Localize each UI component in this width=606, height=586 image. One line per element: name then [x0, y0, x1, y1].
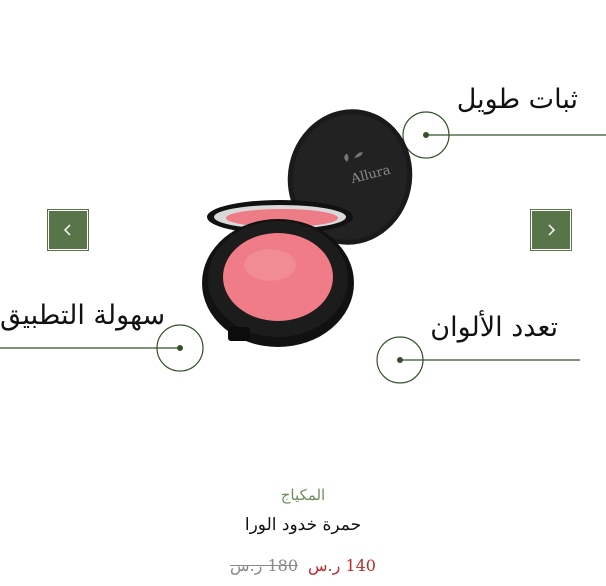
product-title-link[interactable]: حمرة خدود الورا: [0, 515, 606, 535]
feature-long-lasting: ثبات طويل: [456, 84, 578, 115]
price-current: 140 ر.س: [308, 556, 376, 575]
product-feature-showcase: Allura ثبات طويل سهولة التطبيق تعدد الأل…: [0, 0, 606, 586]
callout-easy-application: [0, 324, 204, 372]
carousel-next-button[interactable]: [531, 210, 571, 250]
product-category-link[interactable]: المكياج: [0, 486, 606, 504]
price-original: 180 ر.س: [230, 556, 298, 575]
chevron-left-icon: [63, 224, 71, 236]
feature-multiple-colors: تعدد الألوان: [430, 312, 558, 343]
carousel-prev-button[interactable]: [48, 210, 88, 250]
blush-compact-image: Allura: [202, 109, 413, 347]
callout-dot: [177, 345, 183, 351]
product-price: 140 ر.س 180 ر.س: [0, 556, 606, 575]
feature-easy-application: سهولة التطبيق: [0, 300, 166, 331]
chevron-right-icon: [548, 224, 556, 236]
